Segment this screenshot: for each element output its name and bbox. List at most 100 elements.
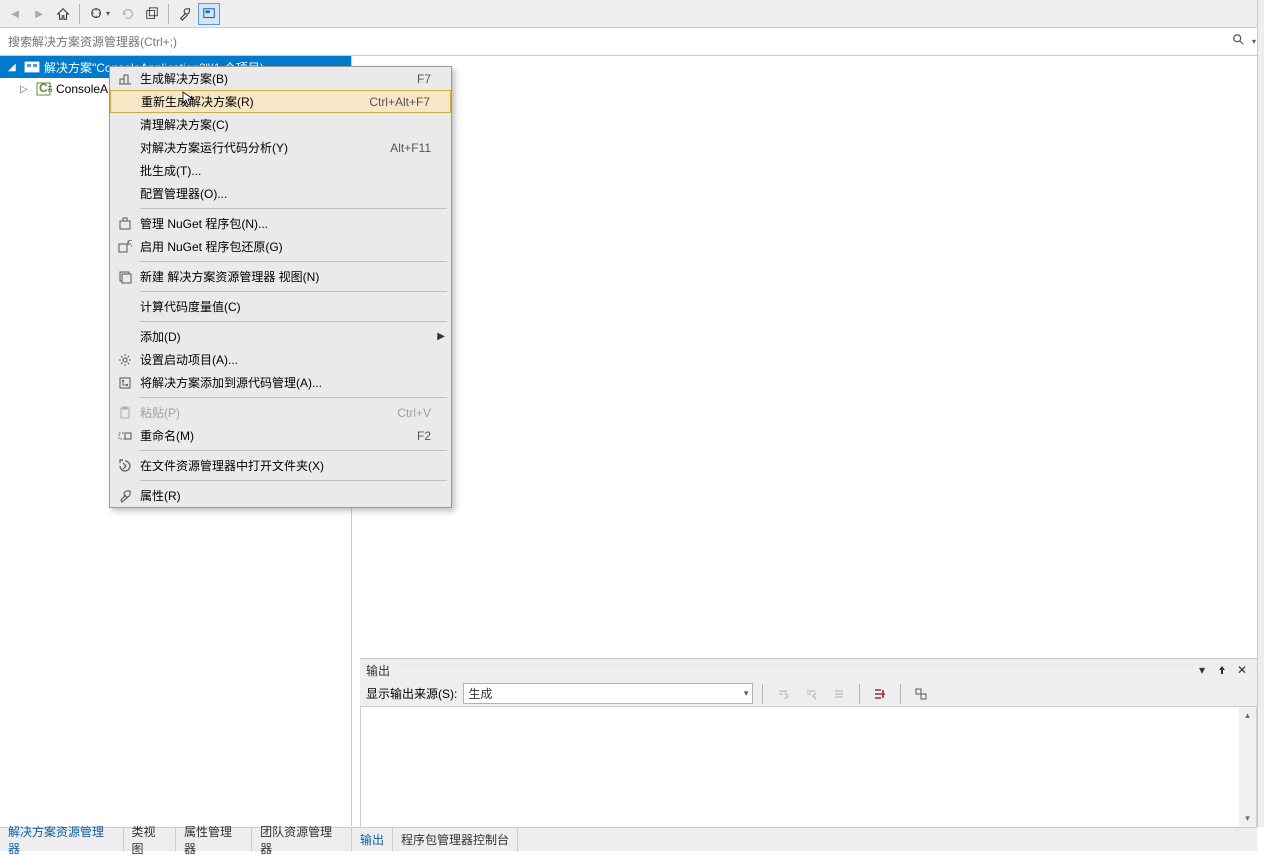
expand-icon[interactable]: ▷: [20, 84, 32, 95]
find-message-prev-button[interactable]: [772, 683, 794, 705]
nuget-icon: [110, 217, 140, 231]
menu-item: 粘贴(P)Ctrl+V: [110, 401, 451, 424]
search-row: ▾: [0, 28, 1264, 56]
menu-item[interactable]: 配置管理器(O)...: [110, 182, 451, 205]
menu-item[interactable]: 重新生成解决方案(R)Ctrl+Alt+F7: [110, 90, 451, 113]
toolbar-separator: [859, 684, 860, 704]
menu-item-label: 计算代码度量值(C): [140, 298, 431, 315]
toolbar-separator: [900, 684, 901, 704]
menu-item-label: 添加(D): [140, 328, 431, 345]
toggle-wrap-button[interactable]: [869, 683, 891, 705]
search-input[interactable]: [8, 35, 1232, 49]
nav-forward-button[interactable]: ►: [28, 3, 50, 25]
tab-class-view[interactable]: 类视图: [124, 828, 177, 851]
chevron-down-icon: ▾: [744, 688, 749, 699]
menu-item[interactable]: 启用 NuGet 程序包还原(G): [110, 235, 451, 258]
solution-context-menu: 生成解决方案(B)F7重新生成解决方案(R)Ctrl+Alt+F7清理解决方案(…: [109, 66, 452, 508]
output-source-combo[interactable]: 生成 ▾: [463, 683, 753, 704]
menu-item[interactable]: 将解决方案添加到源代码管理(A)...: [110, 371, 451, 394]
menu-item[interactable]: 添加(D)▶: [110, 325, 451, 348]
output-source-label: 显示输出来源(S):: [366, 685, 457, 702]
output-source-value: 生成: [468, 685, 492, 702]
collapse-all-button[interactable]: [141, 3, 163, 25]
menu-item-label: 属性(R): [140, 487, 431, 504]
tab-package-manager-console[interactable]: 程序包管理器控制台: [393, 828, 518, 851]
menu-item[interactable]: 清理解决方案(C): [110, 113, 451, 136]
nav-back-button[interactable]: ◄: [4, 3, 26, 25]
menu-item-label: 生成解决方案(B): [140, 70, 417, 87]
menu-item[interactable]: 在文件资源管理器中打开文件夹(X): [110, 454, 451, 477]
find-message-next-button[interactable]: [800, 683, 822, 705]
tab-team-explorer[interactable]: 团队资源管理器: [252, 828, 352, 851]
tab-solution-explorer[interactable]: 解决方案资源管理器: [0, 828, 124, 851]
output-title-label: 输出: [366, 662, 396, 679]
toolbar: ◄ ► ▾: [0, 0, 1264, 28]
bottom-tabs-left: 解决方案资源管理器 类视图 属性管理器 团队资源管理器: [0, 827, 352, 851]
menu-item[interactable]: 重命名(M)F2: [110, 424, 451, 447]
menu-separator: [140, 450, 447, 451]
menu-separator: [140, 291, 447, 292]
menu-item[interactable]: 批生成(T)...: [110, 159, 451, 182]
toolbar-separator: [168, 4, 169, 24]
search-options-caret[interactable]: ▾: [1252, 37, 1256, 46]
menu-item-label: 在文件资源管理器中打开文件夹(X): [140, 457, 431, 474]
scope-button[interactable]: ▾: [85, 3, 115, 25]
preview-button[interactable]: [198, 3, 220, 25]
folder-icon: [110, 459, 140, 473]
paste-icon: [110, 406, 140, 420]
right-dock-strip[interactable]: [1257, 0, 1264, 827]
menu-item-label: 对解决方案运行代码分析(Y): [140, 139, 390, 156]
pin-button[interactable]: [1213, 661, 1231, 679]
menu-item-label: 配置管理器(O)...: [140, 185, 431, 202]
csharp-project-icon: C#: [36, 81, 52, 97]
wrench-icon: [110, 489, 140, 503]
menu-item-label: 启用 NuGet 程序包还原(G): [140, 238, 431, 255]
output-panel: 输出 ▾ ✕ 显示输出来源(S): 生成 ▾ ▴ ▾: [360, 658, 1257, 827]
clear-all-button[interactable]: [828, 683, 850, 705]
home-button[interactable]: [52, 3, 74, 25]
search-icon[interactable]: [1232, 33, 1246, 50]
menu-item-label: 重新生成解决方案(R): [141, 93, 369, 110]
tab-output[interactable]: 输出: [352, 828, 393, 851]
output-toolbar: 显示输出来源(S): 生成 ▾: [360, 681, 1257, 707]
menu-item-label: 管理 NuGet 程序包(N)...: [140, 215, 431, 232]
solution-icon: [24, 59, 40, 75]
menu-item-shortcut: Alt+F11: [390, 141, 431, 155]
close-button[interactable]: ✕: [1233, 661, 1251, 679]
menu-separator: [140, 261, 447, 262]
menu-item[interactable]: 设置启动项目(A)...: [110, 348, 451, 371]
vertical-scrollbar[interactable]: ▴ ▾: [1239, 707, 1256, 827]
scroll-down-button[interactable]: ▾: [1239, 810, 1256, 827]
menu-item[interactable]: 新建 解决方案资源管理器 视图(N): [110, 265, 451, 288]
autoscroll-button[interactable]: [910, 683, 932, 705]
menu-item-shortcut: Ctrl+Alt+F7: [369, 95, 430, 109]
refresh-button[interactable]: [117, 3, 139, 25]
menu-separator: [140, 397, 447, 398]
menu-item-label: 批生成(T)...: [140, 162, 431, 179]
output-text-area[interactable]: ▴ ▾: [360, 707, 1257, 828]
tab-property-manager[interactable]: 属性管理器: [176, 828, 252, 851]
rename-icon: [110, 429, 140, 443]
menu-item-label: 新建 解决方案资源管理器 视图(N): [140, 268, 431, 285]
menu-item-label: 设置启动项目(A)...: [140, 351, 431, 368]
menu-item[interactable]: 属性(R): [110, 484, 451, 507]
restore-icon: [110, 240, 140, 254]
toolbar-separator: [79, 4, 80, 24]
menu-item[interactable]: 生成解决方案(B)F7: [110, 67, 451, 90]
build-icon: [110, 72, 140, 86]
scroll-up-button[interactable]: ▴: [1239, 707, 1256, 724]
menu-separator: [140, 208, 447, 209]
menu-item[interactable]: 对解决方案运行代码分析(Y)Alt+F11: [110, 136, 451, 159]
menu-item-shortcut: F7: [417, 72, 431, 86]
menu-item[interactable]: 计算代码度量值(C): [110, 295, 451, 318]
window-position-button[interactable]: ▾: [1193, 661, 1211, 679]
properties-button[interactable]: [174, 3, 196, 25]
source-icon: [110, 376, 140, 390]
menu-item[interactable]: 管理 NuGet 程序包(N)...: [110, 212, 451, 235]
expand-icon[interactable]: ◢: [8, 62, 20, 73]
menu-separator: [140, 480, 447, 481]
menu-item-label: 清理解决方案(C): [140, 116, 431, 133]
output-titlebar[interactable]: 输出 ▾ ✕: [360, 659, 1257, 681]
gear-icon: [110, 353, 140, 367]
project-label: ConsoleA: [56, 82, 108, 96]
